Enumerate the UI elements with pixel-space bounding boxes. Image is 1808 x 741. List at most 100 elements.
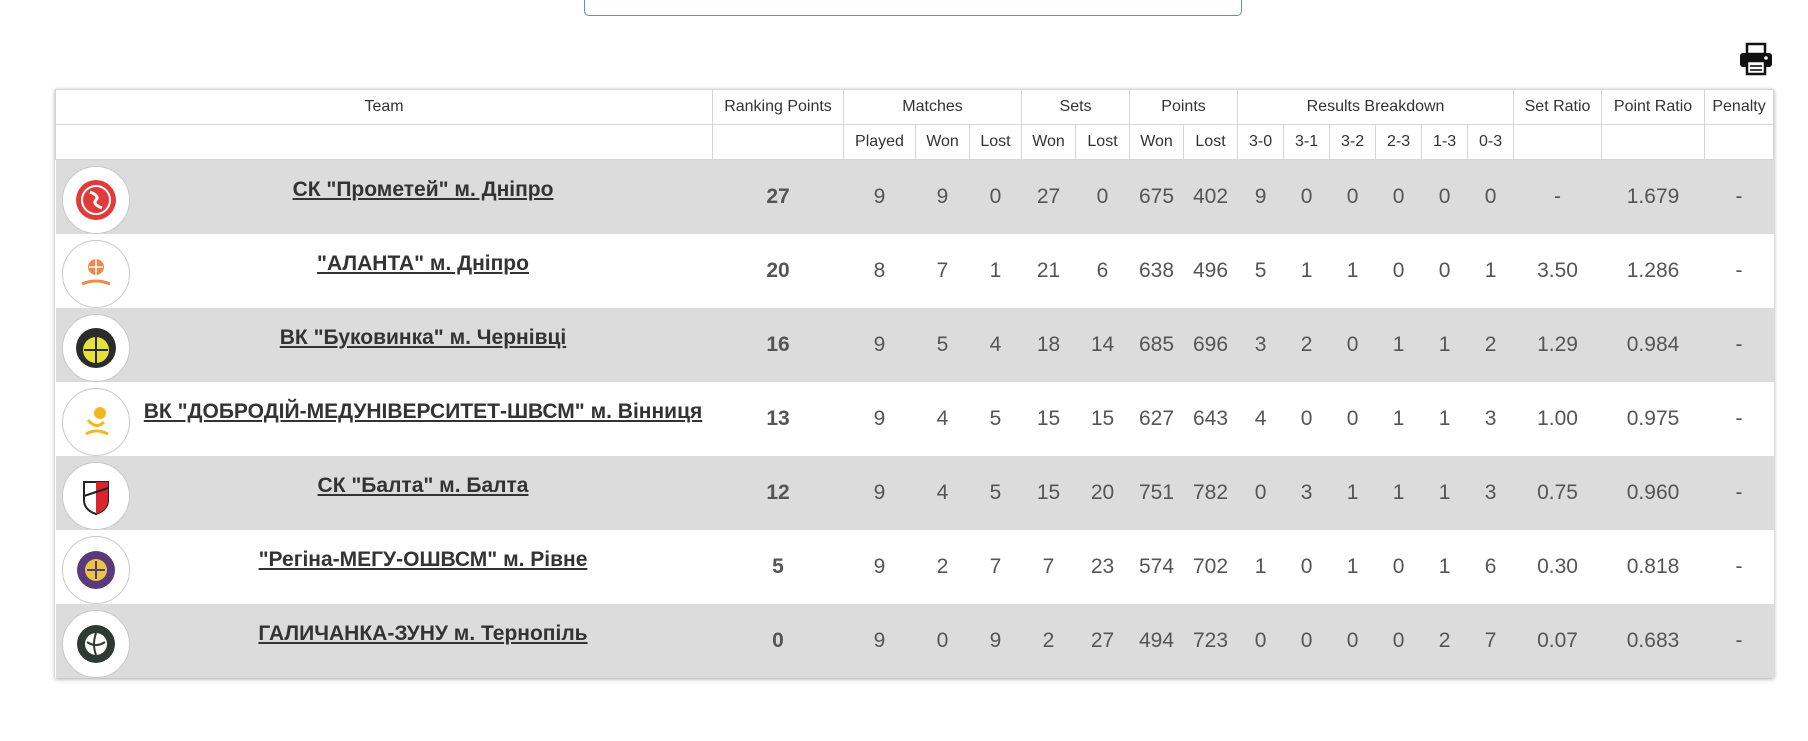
result-1-3-cell: 0 (1421, 234, 1468, 308)
result-1-3-cell: 2 (1421, 604, 1468, 678)
result-3-0-cell: 3 (1237, 308, 1284, 382)
result-0-3-cell: 2 (1467, 308, 1514, 382)
result-0-3-cell: 0 (1467, 159, 1514, 234)
result-3-0-cell: 1 (1237, 530, 1284, 604)
penalty-cell: - (1704, 382, 1774, 456)
team-name-link[interactable]: ВК "ДОБРОДІЙ-МЕДУНІВЕРСИТЕТ-ШВСМ" м. Він… (56, 400, 713, 438)
penalty-cell: - (1704, 604, 1774, 678)
result-3-2-cell: 0 (1329, 604, 1376, 678)
result-3-0-cell: 4 (1237, 382, 1284, 456)
header-results-breakdown: Results Breakdown (1237, 89, 1515, 125)
result-1-3-cell: 1 (1421, 456, 1468, 530)
result-1-3-cell: 1 (1421, 382, 1468, 456)
team-logo-icon[interactable] (61, 536, 130, 604)
matches-won-cell: 5 (915, 308, 970, 382)
result-3-1-cell: 0 (1283, 604, 1330, 678)
header-result-3-1[interactable]: 3-1 (1283, 124, 1331, 160)
team-name-link[interactable]: ГАЛИЧАНКА-ЗУНУ м. Тернопіль (56, 622, 713, 660)
header-team[interactable]: Team (55, 89, 713, 125)
result-2-3-cell: 1 (1375, 308, 1422, 382)
table-row: "Регіна-МЕГУ-ОШВСМ" м. Рівне 5 9 2 7 7 2… (55, 530, 1774, 604)
played-cell: 8 (843, 234, 916, 308)
ranking-points-cell: 5 (712, 530, 844, 604)
point-ratio-cell: 0.683 (1601, 604, 1705, 678)
sets-lost-cell: 23 (1075, 530, 1130, 604)
points-won-cell: 638 (1129, 234, 1184, 308)
set-ratio-cell: - (1513, 159, 1602, 234)
team-name-link[interactable]: СК "Балта" м. Балта (56, 474, 713, 512)
result-2-3-cell: 1 (1375, 456, 1422, 530)
header-ranking-points[interactable]: Ranking Points (712, 89, 844, 125)
header-matches-lost[interactable]: Lost (968, 124, 1023, 160)
points-lost-cell: 696 (1183, 308, 1238, 382)
set-ratio-cell: 1.29 (1513, 308, 1602, 382)
result-0-3-cell: 3 (1467, 382, 1514, 456)
header-result-3-2[interactable]: 3-2 (1329, 124, 1377, 160)
header-points-lost[interactable]: Lost (1183, 124, 1239, 160)
result-3-2-cell: 0 (1329, 159, 1376, 234)
header-points: Points (1129, 89, 1239, 125)
team-name-link[interactable]: "Регіна-МЕГУ-ОШВСМ" м. Рівне (56, 548, 713, 586)
point-ratio-cell: 1.679 (1601, 159, 1705, 234)
header-row-groups: Team Ranking Points Matches Sets Points … (55, 89, 1775, 125)
result-3-0-cell: 0 (1237, 604, 1284, 678)
points-won-cell: 685 (1129, 308, 1184, 382)
team-cell: ВК "ДОБРОДІЙ-МЕДУНІВЕРСИТЕТ-ШВСМ" м. Він… (55, 382, 713, 456)
result-0-3-cell: 6 (1467, 530, 1514, 604)
points-won-cell: 574 (1129, 530, 1184, 604)
header-result-3-0[interactable]: 3-0 (1237, 124, 1285, 160)
matches-won-cell: 2 (915, 530, 970, 604)
header-matches-won[interactable]: Won (915, 124, 970, 160)
header-result-1-3[interactable]: 1-3 (1421, 124, 1469, 160)
points-won-cell: 675 (1129, 159, 1184, 234)
result-3-1-cell: 0 (1283, 530, 1330, 604)
team-logo-icon[interactable] (61, 166, 130, 234)
team-logo-icon[interactable] (61, 314, 130, 382)
team-logo-icon[interactable] (61, 610, 130, 678)
result-2-3-cell: 1 (1375, 382, 1422, 456)
matches-won-cell: 9 (915, 159, 970, 234)
result-2-3-cell: 0 (1375, 604, 1422, 678)
ranking-points-cell: 27 (712, 159, 844, 234)
header-sets-lost[interactable]: Lost (1075, 124, 1131, 160)
played-cell: 9 (843, 456, 916, 530)
search-box[interactable] (584, 0, 1242, 16)
point-ratio-cell: 1.286 (1601, 234, 1705, 308)
header-result-0-3[interactable]: 0-3 (1467, 124, 1515, 160)
team-logo-icon[interactable] (61, 388, 130, 456)
matches-lost-cell: 4 (969, 308, 1022, 382)
header-points-won[interactable]: Won (1129, 124, 1185, 160)
header-point-ratio[interactable]: Point Ratio (1601, 89, 1706, 125)
result-3-1-cell: 3 (1283, 456, 1330, 530)
ranking-points-cell: 0 (712, 604, 844, 678)
header-sets-won[interactable]: Won (1021, 124, 1077, 160)
sets-lost-cell: 0 (1075, 159, 1130, 234)
sets-won-cell: 15 (1021, 382, 1076, 456)
result-3-1-cell: 2 (1283, 308, 1330, 382)
team-cell: "Регіна-МЕГУ-ОШВСМ" м. Рівне (55, 530, 713, 604)
result-3-0-cell: 5 (1237, 234, 1284, 308)
team-logo-icon[interactable] (61, 240, 130, 308)
team-name-link[interactable]: СК "Прометей" м. Дніпро (56, 178, 713, 216)
points-lost-cell: 496 (1183, 234, 1238, 308)
team-logo-icon[interactable] (61, 462, 130, 530)
header-result-2-3[interactable]: 2-3 (1375, 124, 1423, 160)
penalty-cell: - (1704, 308, 1774, 382)
table-row: СК "Балта" м. Балта 12 9 4 5 15 20 751 7… (55, 456, 1774, 530)
subheader-empty (1513, 124, 1603, 160)
subheader-empty (1601, 124, 1706, 160)
result-3-1-cell: 0 (1283, 159, 1330, 234)
team-name-link[interactable]: ВК "Буковинка" м. Чернівці (56, 326, 713, 364)
header-set-ratio[interactable]: Set Ratio (1513, 89, 1603, 125)
header-penalty[interactable]: Penalty (1704, 89, 1775, 125)
sets-lost-cell: 27 (1075, 604, 1130, 678)
print-icon[interactable] (1738, 42, 1774, 76)
result-3-0-cell: 9 (1237, 159, 1284, 234)
points-lost-cell: 402 (1183, 159, 1238, 234)
standings-table: Team Ranking Points Matches Sets Points … (55, 89, 1775, 678)
header-matches-played[interactable]: Played (843, 124, 916, 160)
matches-won-cell: 7 (915, 234, 970, 308)
played-cell: 9 (843, 382, 916, 456)
set-ratio-cell: 0.07 (1513, 604, 1602, 678)
team-name-link[interactable]: "АЛАНТА" м. Дніпро (56, 252, 713, 290)
